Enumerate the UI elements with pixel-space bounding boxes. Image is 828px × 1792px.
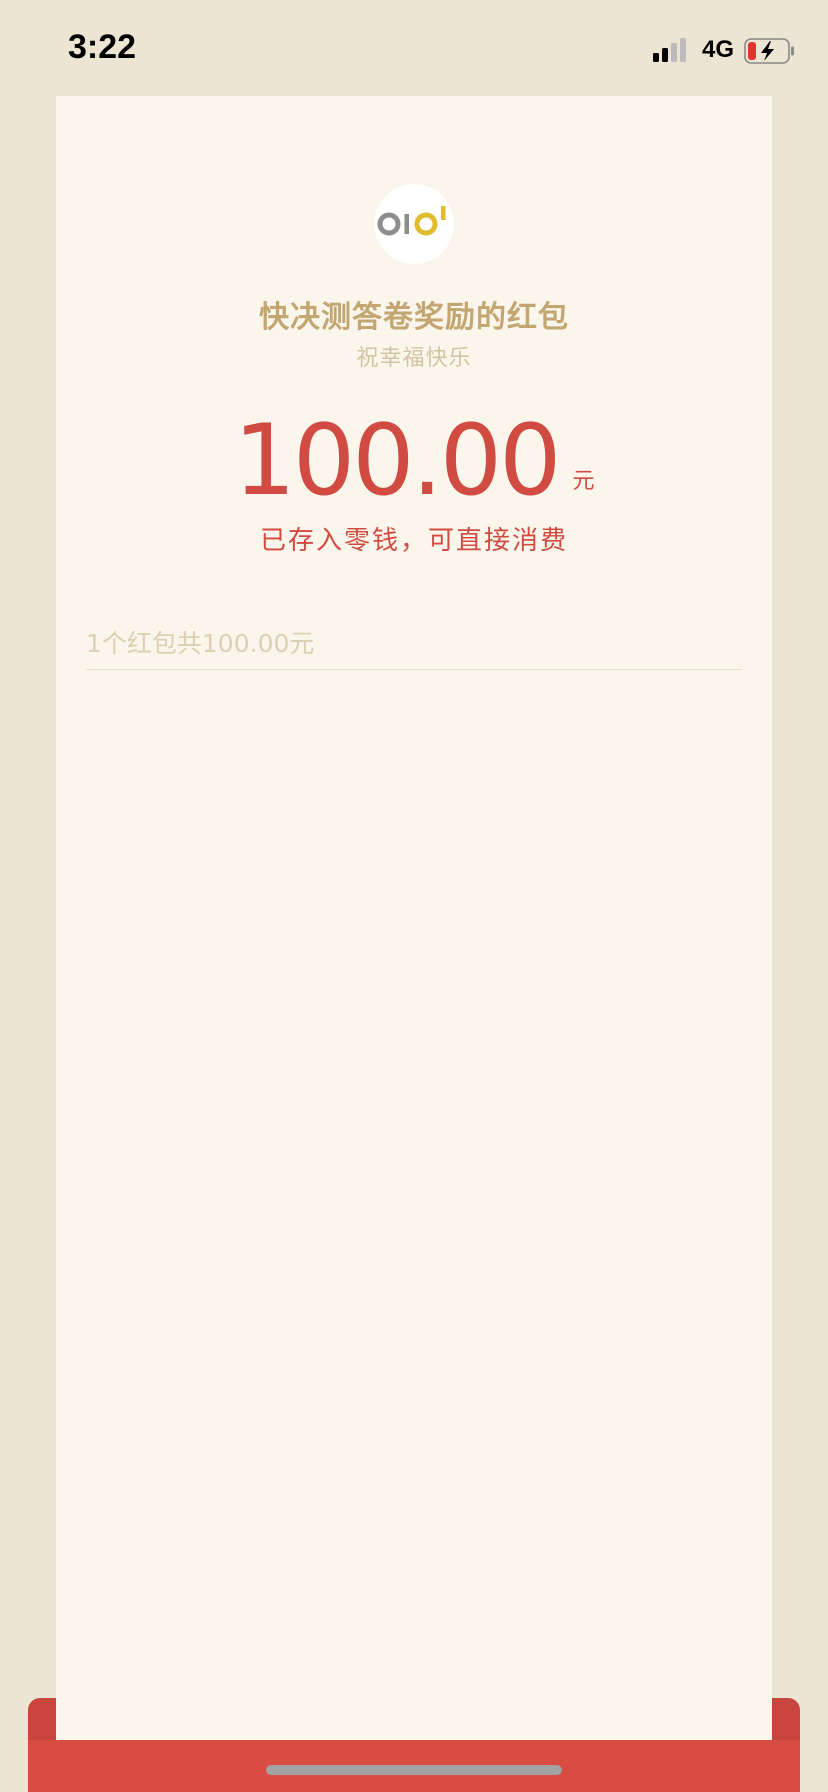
network-type-label: 4G bbox=[701, 36, 734, 63]
amount-unit: 元 bbox=[572, 469, 595, 494]
amount-value: 100.00 bbox=[233, 404, 562, 518]
packet-summary: 1个红包共100.00元 bbox=[86, 629, 315, 658]
sender-title: 快决测答卷奖励的红包 bbox=[259, 300, 569, 335]
card-bottom-edge bbox=[56, 1698, 772, 1740]
sender-avatar bbox=[374, 184, 454, 264]
status-indicators: 4G bbox=[652, 34, 794, 66]
red-packet-detail-card: 快决测答卷奖励的红包 祝幸福快乐 100.00 元 已存入零钱，可直接消费 1个红… bbox=[56, 96, 772, 1792]
summary-divider bbox=[86, 669, 742, 670]
deposit-note-link[interactable]: 已存入零钱，可直接消费 bbox=[56, 520, 772, 557]
wish-message: 祝幸福快乐 bbox=[356, 346, 472, 371]
home-indicator[interactable] bbox=[266, 1765, 562, 1775]
oio-logo-icon bbox=[377, 206, 446, 236]
status-bar: 3:22 4G bbox=[0, 0, 828, 96]
battery-charging-icon bbox=[744, 38, 794, 64]
amount-display: 100.00 元 bbox=[56, 404, 772, 518]
signal-strength-icon bbox=[652, 38, 686, 62]
status-time: 3:22 bbox=[68, 28, 137, 66]
